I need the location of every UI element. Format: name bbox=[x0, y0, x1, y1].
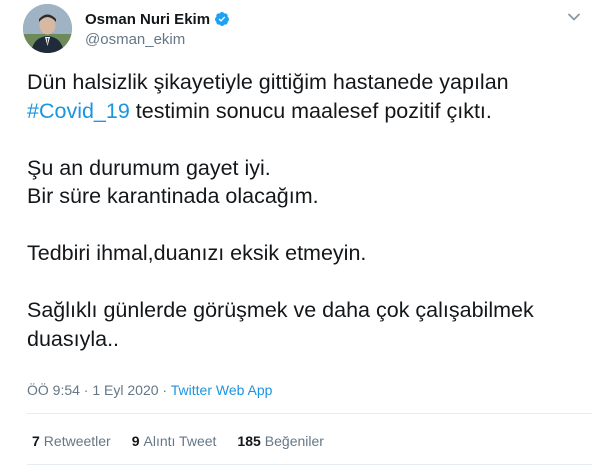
tweet-line: Tedbiri ihmal,duanızı eksik etmeyin. bbox=[27, 241, 367, 265]
tweet-line: Sağlıklı günlerde görüşmek ve daha çok ç… bbox=[27, 298, 534, 322]
divider bbox=[27, 413, 592, 414]
tweet-line: duasıyla.. bbox=[27, 326, 120, 351]
meta-separator: · bbox=[158, 382, 171, 398]
tweet-line-text: testimin sonucu maalesef pozitif çıktı. bbox=[129, 98, 492, 123]
meta-separator: · bbox=[79, 382, 93, 398]
tweet-meta: ÖÖ 9:54 · 1 Eyl 2020 · Twitter Web App bbox=[27, 382, 272, 398]
tweet-line: #Covid_19 testimin sonucu maalesef pozit… bbox=[27, 97, 587, 126]
likes-stat[interactable]: 185 Beğeniler bbox=[237, 433, 324, 449]
tweet-stats: 7 Retweetler 9 Alıntı Tweet 185 Beğeniler bbox=[32, 433, 324, 449]
avatar[interactable] bbox=[23, 4, 72, 53]
tweet-line: Şu an durumum gayet iyi. bbox=[27, 155, 271, 180]
tweet-header: Osman Nuri Ekim @osman_ekim bbox=[23, 4, 592, 56]
quotes-label: Alıntı Tweet bbox=[143, 433, 217, 449]
source-link[interactable]: Twitter Web App bbox=[171, 382, 273, 398]
likes-count: 185 bbox=[237, 433, 261, 449]
tweet-text: Dün halsizlik şikayetiyle gittiğim hasta… bbox=[27, 68, 587, 353]
display-name[interactable]: Osman Nuri Ekim bbox=[85, 11, 210, 28]
tweet-date[interactable]: 1 Eyl 2020 bbox=[92, 382, 158, 398]
retweets-stat[interactable]: 7 Retweetler bbox=[32, 433, 111, 449]
quotes-stat[interactable]: 9 Alıntı Tweet bbox=[132, 433, 217, 449]
verified-badge-icon bbox=[214, 11, 230, 27]
retweets-label: Retweetler bbox=[43, 433, 111, 449]
divider bbox=[27, 464, 592, 465]
author-names: Osman Nuri Ekim @osman_ekim bbox=[85, 10, 230, 48]
chevron-down-icon[interactable] bbox=[566, 9, 582, 25]
tweet-line: Bir süre karantinada olacağım. bbox=[27, 184, 319, 208]
tweet-line: Dün halsizlik şikayetiyle gittiğim hasta… bbox=[27, 70, 509, 94]
handle[interactable]: @osman_ekim bbox=[85, 31, 230, 48]
tweet-time[interactable]: ÖÖ 9:54 bbox=[27, 382, 80, 398]
quotes-count: 9 bbox=[131, 433, 140, 449]
retweets-count: 7 bbox=[32, 433, 40, 449]
likes-label: Beğeniler bbox=[264, 433, 324, 449]
avatar-photo bbox=[23, 4, 72, 53]
hashtag-link[interactable]: #Covid_19 bbox=[27, 99, 130, 123]
